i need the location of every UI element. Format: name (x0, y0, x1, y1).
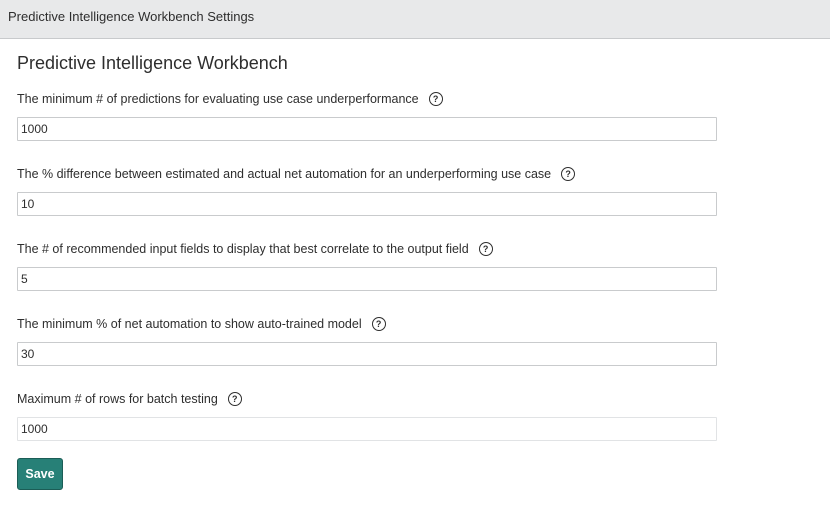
min-predictions-label: The minimum # of predictions for evaluat… (17, 92, 419, 106)
page-title: Predictive Intelligence Workbench (17, 53, 288, 73)
min-net-automation-field: The minimum % of net automation to show … (17, 315, 717, 366)
min-predictions-label-row: The minimum # of predictions for evaluat… (17, 90, 717, 108)
min-net-automation-input[interactable] (17, 342, 717, 366)
min-predictions-input[interactable] (17, 117, 717, 141)
automation-difference-label-row: The % difference between estimated and a… (17, 165, 717, 183)
automation-difference-input[interactable] (17, 192, 717, 216)
min-net-automation-label: The minimum % of net automation to show … (17, 317, 362, 331)
save-button[interactable]: Save (17, 458, 63, 490)
recommended-fields-field: The # of recommended input fields to dis… (17, 240, 717, 291)
recommended-fields-input[interactable] (17, 267, 717, 291)
window-titlebar: Predictive Intelligence Workbench Settin… (0, 0, 830, 39)
batch-rows-input[interactable] (17, 417, 717, 441)
batch-rows-label-row: Maximum # of rows for batch testing ? (17, 390, 717, 408)
help-icon[interactable]: ? (478, 242, 493, 256)
help-icon[interactable]: ? (371, 317, 386, 331)
automation-difference-field: The % difference between estimated and a… (17, 165, 717, 216)
help-icon[interactable]: ? (561, 167, 576, 181)
batch-rows-field: Maximum # of rows for batch testing ? (17, 390, 717, 441)
recommended-fields-label: The # of recommended input fields to dis… (17, 242, 469, 256)
help-icon[interactable]: ? (428, 92, 443, 106)
min-predictions-field: The minimum # of predictions for evaluat… (17, 90, 717, 141)
recommended-fields-label-row: The # of recommended input fields to dis… (17, 240, 717, 258)
batch-rows-label: Maximum # of rows for batch testing (17, 392, 218, 406)
help-icon[interactable]: ? (227, 392, 242, 406)
min-net-automation-label-row: The minimum % of net automation to show … (17, 315, 717, 333)
window-title: Predictive Intelligence Workbench Settin… (8, 9, 255, 24)
automation-difference-label: The % difference between estimated and a… (17, 167, 552, 181)
